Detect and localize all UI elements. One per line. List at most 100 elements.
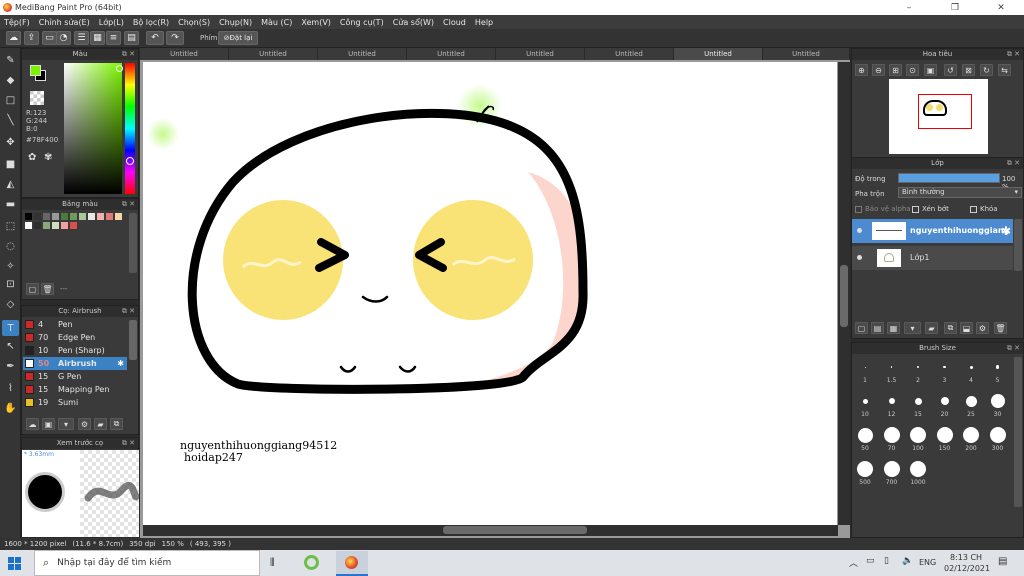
layer-scrollbar[interactable]	[1014, 219, 1022, 271]
brush-item[interactable]: 10 Pen (Sharp)	[23, 344, 127, 357]
brush-item[interactable]: 4 Pen	[23, 318, 127, 331]
palette-swatch[interactable]	[34, 222, 41, 229]
move-tool-icon[interactable]: ✥	[2, 134, 19, 150]
rotate-right-icon[interactable]: ↻	[980, 64, 993, 76]
maximize-button[interactable]: ❐	[932, 0, 978, 15]
brush-copy-icon[interactable]: ⧉	[110, 418, 123, 430]
layer-menu-icon[interactable]: ▾	[904, 322, 921, 334]
brush-size-option[interactable]: 20	[933, 391, 957, 421]
zoom-icon[interactable]: ⊙	[906, 64, 919, 76]
brush-size-option[interactable]: 1	[853, 357, 877, 387]
windows-start-icon[interactable]	[8, 557, 22, 570]
brush-size-option[interactable]: 70	[880, 425, 904, 455]
brush-size-scrollbar[interactable]	[1014, 357, 1022, 507]
reset-view-icon[interactable]: ⊠	[962, 64, 975, 76]
divide-tool-icon[interactable]: ✒	[2, 358, 19, 374]
panel-close-icon[interactable]: ⧉ ✕	[1007, 49, 1020, 60]
language-indicator[interactable]: ENG	[919, 558, 936, 567]
brush-item[interactable]: 70 Edge Pen	[23, 331, 127, 344]
clock[interactable]: 8:13 CH 02/12/2021	[944, 552, 990, 574]
fit-icon[interactable]: ⊞	[889, 64, 902, 76]
merge-layer-icon[interactable]: ⬓	[960, 322, 973, 334]
new-halftone-layer-icon[interactable]: ▦	[887, 322, 900, 334]
brush-size-option[interactable]: 100	[906, 425, 930, 455]
flip-icon[interactable]: ⇆	[998, 64, 1011, 76]
menu-edit[interactable]: Chỉnh sửa(E)	[39, 18, 90, 27]
brush-item[interactable]: 19 Sumi	[23, 396, 127, 409]
palette-swatch[interactable]	[25, 213, 32, 220]
brush-settings-gear-icon[interactable]: ✱	[117, 359, 124, 368]
network-icon[interactable]: ▭	[866, 556, 875, 566]
taskbar-search-box[interactable]: ⌕ Nhập tại đây để tìm kiếm	[34, 550, 260, 576]
main-color-swatch[interactable]	[30, 65, 41, 76]
navigator-thumbnail[interactable]	[889, 79, 988, 154]
notification-icon[interactable]: ▤	[998, 556, 1007, 567]
palette-swatch[interactable]	[34, 213, 41, 220]
palette-swatch[interactable]	[61, 213, 68, 220]
palette-swatch[interactable]	[43, 222, 50, 229]
line-tool-icon[interactable]: ╲	[2, 112, 19, 128]
panel-close-icon[interactable]: ⧉ ✕	[122, 49, 135, 60]
palette-swatch[interactable]	[106, 213, 113, 220]
tab-8[interactable]: Untitled	[763, 48, 850, 60]
select-tool-icon[interactable]: ⬚	[2, 218, 19, 234]
add-brush-icon[interactable]: ☁	[26, 418, 39, 430]
color-settings-icon[interactable]: ✾	[44, 152, 52, 163]
saturation-value-picker[interactable]	[64, 63, 122, 194]
panel-close-icon[interactable]: ⧉ ✕	[122, 438, 135, 449]
tab-5[interactable]: Untitled	[496, 48, 585, 60]
layer-row[interactable]: Lớp1	[852, 246, 1013, 270]
rotate-left-icon[interactable]: ↺	[944, 64, 957, 76]
chevron-up-icon[interactable]: ︿	[849, 556, 858, 569]
brush-tool-icon[interactable]: ✎	[2, 52, 19, 68]
magic-wand-tool-icon[interactable]: ✧	[2, 258, 19, 274]
layer-property-icon[interactable]: ⚙	[976, 322, 989, 334]
duplicate-layer-icon[interactable]: ⧉	[944, 322, 957, 334]
brush-size-option[interactable]: 700	[880, 459, 904, 489]
new-palette-icon[interactable]: ▢	[26, 283, 39, 295]
lock-option[interactable]: Khóa	[970, 205, 998, 213]
brush-size-option[interactable]: 10	[853, 391, 877, 421]
tab-7[interactable]: Untitled	[674, 48, 763, 60]
palette-swatch[interactable]	[79, 213, 86, 220]
brush-size-option[interactable]: 200	[959, 425, 983, 455]
palette-swatch[interactable]	[52, 222, 59, 229]
actual-size-icon[interactable]: ▣	[924, 64, 937, 76]
palette-swatch[interactable]	[61, 222, 68, 229]
palette-swatch[interactable]	[97, 213, 104, 220]
bucket-tool-icon[interactable]: ◭	[2, 176, 19, 192]
brush-menu-icon[interactable]: ▾	[58, 418, 74, 430]
close-button[interactable]: ✕	[978, 0, 1024, 15]
tab-3[interactable]: Untitled	[318, 48, 407, 60]
brush-size-option[interactable]: 150	[933, 425, 957, 455]
palette-swatch[interactable]	[88, 213, 95, 220]
undo-icon[interactable]: ↶	[146, 31, 164, 45]
brush-size-option[interactable]: 25	[959, 391, 983, 421]
eyedropper-tool-icon[interactable]: ⌇	[2, 380, 19, 396]
brush-item[interactable]: 15 G Pen	[23, 370, 127, 383]
menu-file[interactable]: Tệp(F)	[4, 18, 30, 27]
hand-tool-icon[interactable]: ✋	[2, 400, 19, 416]
panel-close-icon[interactable]: ⧉ ✕	[1007, 158, 1020, 169]
brush-size-option[interactable]: 30	[986, 391, 1010, 421]
clipping-checkbox[interactable]	[912, 205, 919, 213]
tab-4[interactable]: Untitled	[407, 48, 496, 60]
eraser-tool-icon[interactable]: ◆	[2, 72, 19, 88]
new-brush-icon[interactable]: ▣	[42, 418, 55, 430]
vertical-scroll-thumb[interactable]	[840, 265, 848, 327]
share-icon[interactable]: ⇪	[24, 31, 39, 45]
chat-icon[interactable]: ◔	[56, 31, 71, 45]
brush-size-option[interactable]: 15	[906, 391, 930, 421]
brush-size-option[interactable]: 3	[933, 357, 957, 387]
menu-capture[interactable]: Chụp(N)	[219, 18, 252, 27]
task-view-icon[interactable]: ⫴	[270, 556, 275, 570]
layer-row-active[interactable]: nguyenthihuonggiang	[852, 219, 1013, 243]
redo-icon[interactable]: ↷	[166, 31, 184, 45]
menu-filter[interactable]: Bộ lọc(R)	[133, 18, 169, 27]
protect-alpha-option[interactable]: Bảo vệ alpha	[855, 205, 911, 213]
menu-help[interactable]: Help	[475, 18, 493, 27]
cloud-icon[interactable]: ☁	[6, 31, 21, 45]
palette-swatch[interactable]	[43, 213, 50, 220]
brush-scrollbar[interactable]	[129, 320, 137, 360]
app-taskbar-icon[interactable]	[304, 555, 319, 570]
